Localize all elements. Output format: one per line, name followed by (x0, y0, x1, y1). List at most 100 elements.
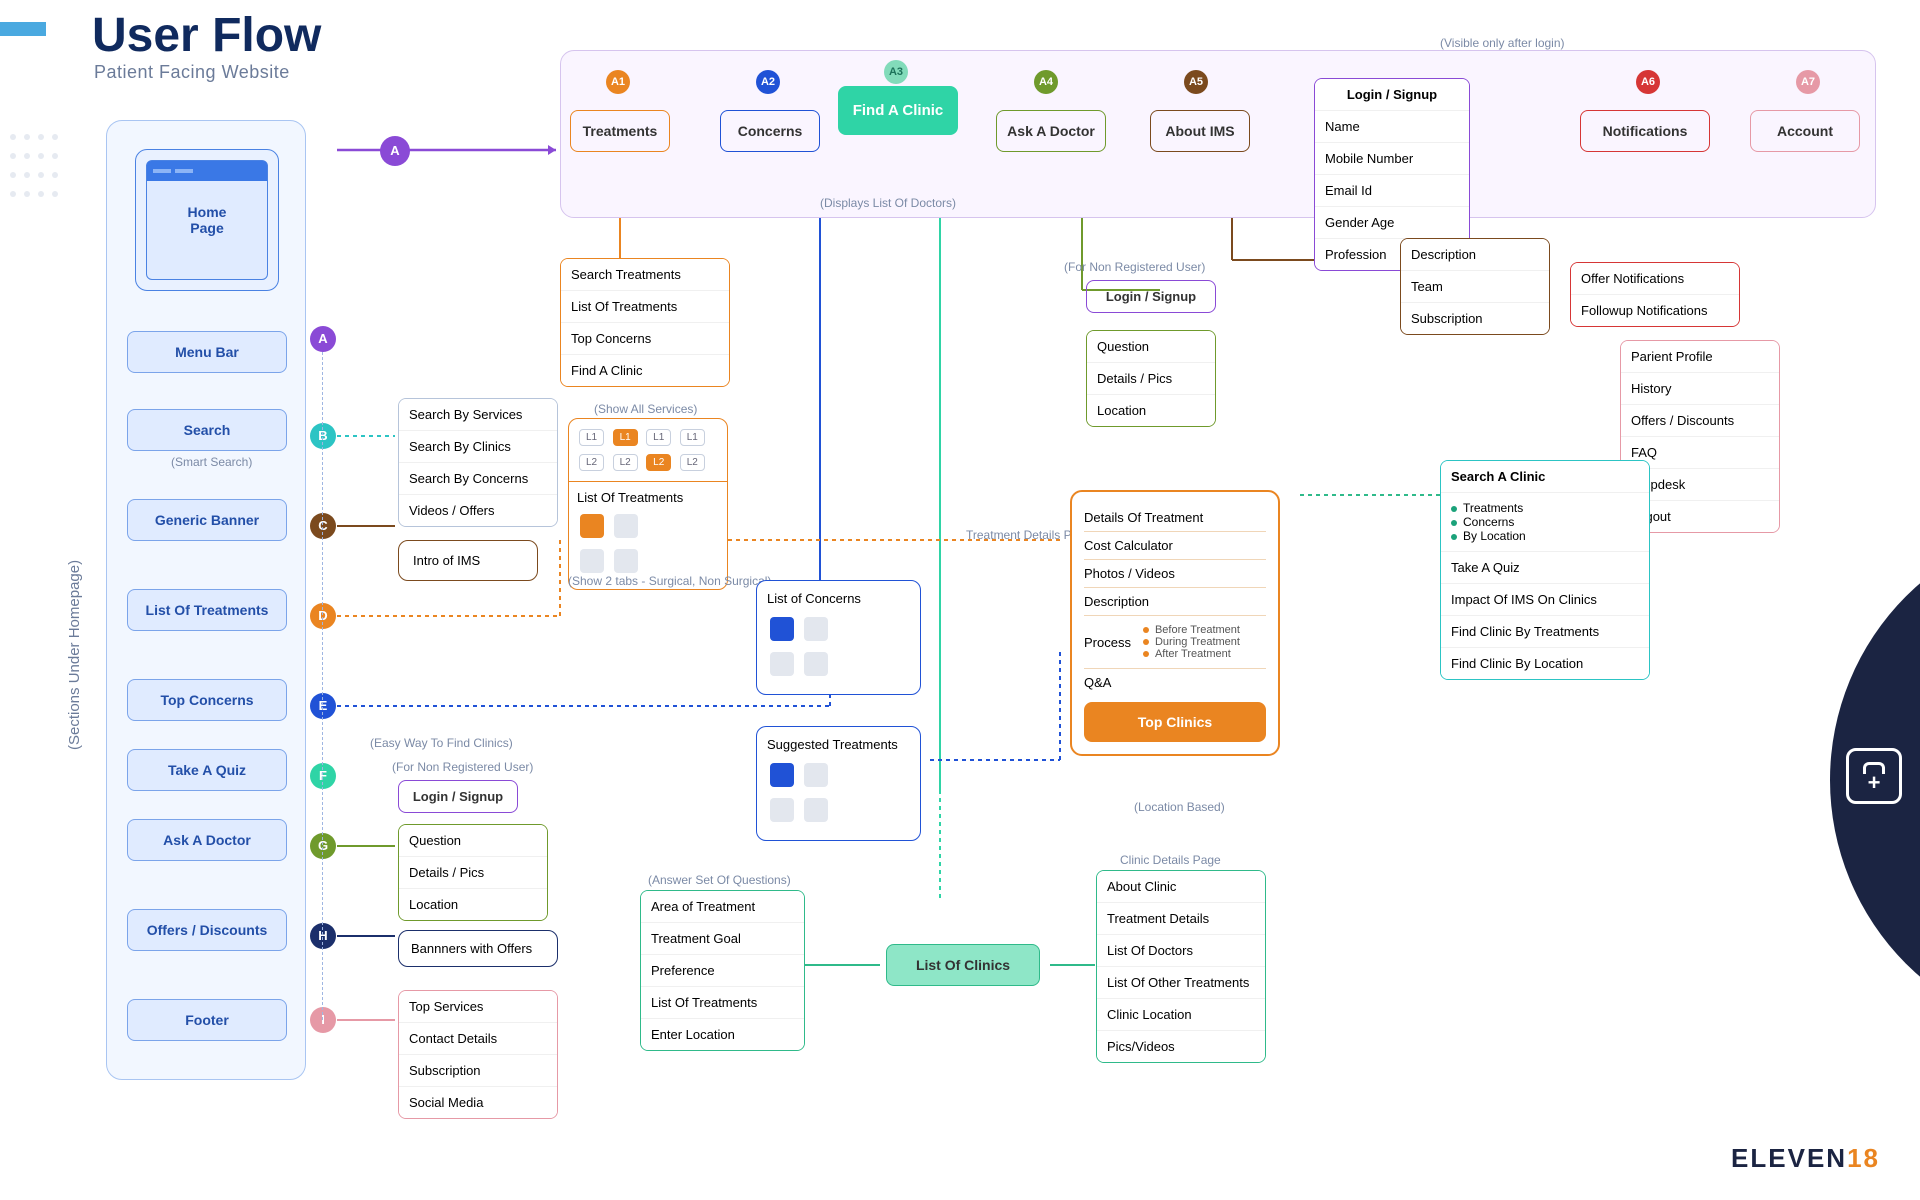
list-item: Subscription (399, 1055, 557, 1087)
list-item: Treatment Details (1097, 903, 1265, 935)
list-item: Gender Age (1315, 207, 1469, 239)
l2-chip[interactable]: L2 (646, 454, 671, 471)
treatment-details-card: Details Of Treatment Cost Calculator Pho… (1070, 490, 1280, 756)
tile (770, 798, 794, 822)
sections-label: (Sections Under Homepage) (66, 560, 83, 750)
list-item: Email Id (1315, 175, 1469, 207)
home-page-label: Home Page (177, 204, 237, 236)
list-item: Details Of Treatment (1084, 504, 1266, 532)
list-of-treatments[interactable]: List Of Treatments (127, 589, 287, 631)
suggested-treatments-card: Suggested Treatments (756, 726, 921, 841)
nav-notifications[interactable]: Notifications (1580, 110, 1710, 152)
list-item: Description (1084, 588, 1266, 616)
tile (770, 617, 794, 641)
tile (614, 514, 638, 538)
tile (804, 798, 828, 822)
list-item: Question (399, 825, 547, 857)
badge-i: I (310, 1007, 336, 1033)
tile (580, 549, 604, 573)
note-nonreg-side: (For Non Registered User) (392, 760, 533, 774)
list-item: Subscription (1401, 303, 1549, 334)
list-item: Search By Clinics (399, 431, 557, 463)
qa-label: Q&A (1084, 669, 1266, 696)
badge-a2: A2 (756, 70, 780, 94)
ask-doctor-list-top: Question Details / Pics Location (1086, 330, 1216, 427)
list-item: Top Services (399, 991, 557, 1023)
badge-a-big: A (380, 136, 410, 166)
top-clinics-button[interactable]: Top Clinics (1084, 702, 1266, 742)
badge-f: F (310, 763, 336, 789)
l1-chip[interactable]: L1 (613, 429, 638, 446)
list-item: Followup Notifications (1571, 295, 1739, 326)
badge-d: D (310, 603, 336, 629)
home-page-card: Home Page (135, 149, 279, 291)
about-ims-list: Description Team Subscription (1400, 238, 1550, 335)
list-item: Details / Pics (1087, 363, 1215, 395)
nav-find-clinic[interactable]: Find A Clinic (838, 86, 958, 135)
take-a-quiz[interactable]: Take A Quiz (127, 749, 287, 791)
login-signup-chip-side[interactable]: Login / Signup (398, 780, 518, 813)
list-item: List Of Treatments (641, 987, 804, 1019)
list-item: Search By Concerns (399, 463, 557, 495)
nav-ask-doctor[interactable]: Ask A Doctor (996, 110, 1106, 152)
l1-chip[interactable]: L1 (680, 429, 705, 446)
list-of-clinics-chip[interactable]: List Of Clinics (886, 944, 1040, 986)
tile (804, 652, 828, 676)
patient-icon[interactable]: + (1846, 748, 1902, 804)
ask-a-doctor[interactable]: Ask A Doctor (127, 819, 287, 861)
homepage-sections-panel: Home Page Menu Bar Search (Smart Search)… (106, 120, 306, 1080)
tile (804, 617, 828, 641)
footer-list: Top Services Contact Details Subscriptio… (398, 990, 558, 1119)
nav-account[interactable]: Account (1750, 110, 1860, 152)
list-item: Preference (641, 955, 804, 987)
footer[interactable]: Footer (127, 999, 287, 1041)
note-show-all: (Show All Services) (594, 402, 697, 416)
nav-login-title: Login / Signup (1315, 79, 1469, 111)
process-item: During Treatment (1155, 636, 1240, 648)
list-item: Location (1087, 395, 1215, 426)
badge-a7: A7 (1796, 70, 1820, 94)
list-item[interactable]: Find Clinic By Treatments (1441, 616, 1649, 648)
l2-chip[interactable]: L2 (579, 454, 604, 471)
l1-chip[interactable]: L1 (646, 429, 671, 446)
list-of-treatments-label: List Of Treatments (569, 481, 727, 505)
top-concerns[interactable]: Top Concerns (127, 679, 287, 721)
note-two-tabs: (Show 2 tabs - Surgical, Non Surgical) (568, 574, 771, 588)
menu-bar[interactable]: Menu Bar (127, 331, 287, 373)
list-item: Team (1401, 271, 1549, 303)
brand-b: 18 (1847, 1143, 1880, 1173)
list-item: Question (1087, 331, 1215, 363)
ask-doctor-list-side: Question Details / Pics Location (398, 824, 548, 921)
process-item: After Treatment (1155, 648, 1231, 660)
l1-chip[interactable]: L1 (579, 429, 604, 446)
list-item: Area of Treatment (641, 891, 804, 923)
nav-concerns[interactable]: Concerns (720, 110, 820, 152)
list-item[interactable]: Impact Of IMS On Clinics (1441, 584, 1649, 616)
l2-chip[interactable]: L2 (613, 454, 638, 471)
process-label: Process (1084, 635, 1131, 650)
offers-banner: Bannners with Offers (398, 930, 558, 967)
search[interactable]: Search (127, 409, 287, 451)
list-item: List Of Treatments (561, 291, 729, 323)
badge-b: B (310, 423, 336, 449)
login-signup-chip-top[interactable]: Login / Signup (1086, 280, 1216, 313)
list-item: Search Treatments (561, 259, 729, 291)
list-item: List Of Other Treatments (1097, 967, 1265, 999)
clinic-details-list: About Clinic Treatment Details List Of D… (1096, 870, 1266, 1063)
list-item: Offers / Discounts (1621, 405, 1779, 437)
badge-a1: A1 (606, 70, 630, 94)
nav-about-ims[interactable]: About IMS (1150, 110, 1250, 152)
list-item: Contact Details (399, 1023, 557, 1055)
list-item: Parient Profile (1621, 341, 1779, 373)
l2-chip[interactable]: L2 (680, 454, 705, 471)
list-item: Videos / Offers (399, 495, 557, 526)
search-options: Search By Services Search By Clinics Sea… (398, 398, 558, 527)
offers-discounts[interactable]: Offers / Discounts (127, 909, 287, 951)
badge-c: C (310, 513, 336, 539)
list-item[interactable]: Take A Quiz (1441, 552, 1649, 584)
list-item: Mobile Number (1315, 143, 1469, 175)
list-item[interactable]: Find Clinic By Location (1441, 648, 1649, 679)
nav-treatments[interactable]: Treatments (570, 110, 670, 152)
generic-banner[interactable]: Generic Banner (127, 499, 287, 541)
list-item: Photos / Videos (1084, 560, 1266, 588)
